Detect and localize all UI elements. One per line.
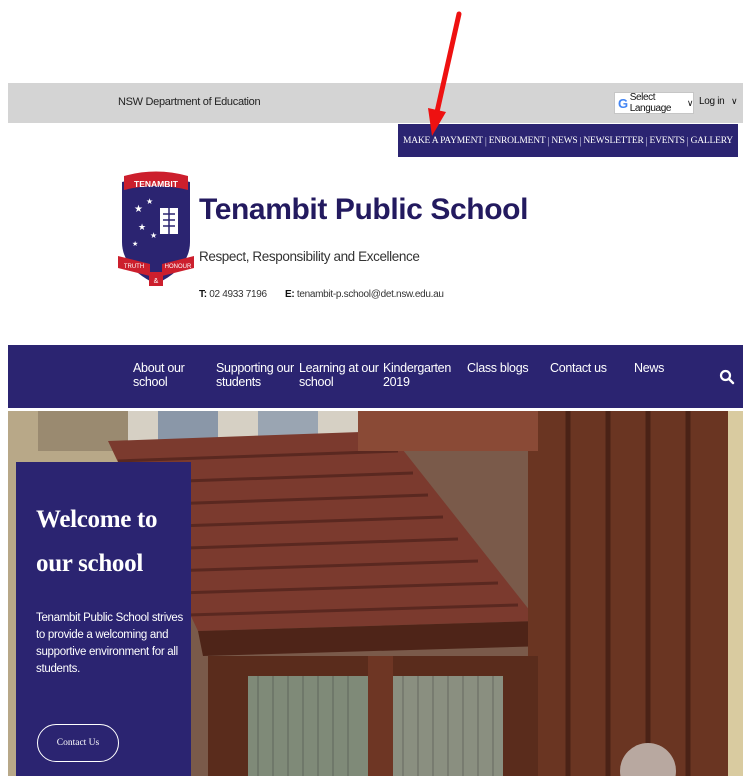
utility-bar: NSW Department of Education G Select Lan… [8,83,743,123]
department-link[interactable]: NSW Department of Education [118,96,261,108]
divider: | [484,134,487,147]
quick-links-nav: MAKE A PAYMENT | ENROLMENT | NEWS | NEWS… [398,124,738,157]
enrolment-link[interactable]: ENROLMENT [489,136,546,146]
nav-item-label: Supporting our [216,361,294,375]
welcome-text: Tenambit Public School strives to provid… [36,612,183,675]
crest-motto-left: TRUTH [124,264,144,270]
email-address: tenambit-p.school@det.nsw.edu.au [296,289,444,300]
nav-item-label: school [299,375,334,389]
nav-item-label: Kindergarten [383,361,451,375]
phone-number: 02 4933 7196 [209,289,267,300]
make-a-payment-link[interactable]: MAKE A PAYMENT [403,136,483,146]
welcome-panel: Welcome to our school Tenambit Public Sc… [16,462,191,776]
divider: | [686,134,689,147]
nav-item-news[interactable]: News [634,361,664,375]
main-nav: About our school Supporting our students… [8,345,743,408]
divider: | [645,134,648,147]
nav-item-contact-us[interactable]: Contact us [550,361,607,375]
svg-text:★: ★ [146,197,153,206]
divider: | [579,134,582,147]
nav-item-about-our-school[interactable]: About our school [133,361,185,389]
events-link[interactable]: EVENTS [649,136,684,146]
nav-item-label: Learning at our [299,361,379,375]
nav-item-class-blogs[interactable]: Class blogs [467,361,529,375]
svg-text:★: ★ [134,204,143,215]
school-crest-logo[interactable]: TENAMBIT ★ ★ ★ ★ ★ TRUTH & HONOUR [116,168,196,296]
school-name[interactable]: Tenambit Public School [199,193,528,227]
welcome-title: Welcome to our school [36,506,158,577]
svg-text:★: ★ [150,231,157,240]
chevron-down-icon: ∨ [686,97,694,108]
login-link[interactable]: Log in ∨ [699,96,738,107]
nav-item-kindergarten-2019[interactable]: Kindergarten 2019 [383,361,451,389]
contact-us-button-label: Contact Us [56,738,100,748]
gallery-link[interactable]: GALLERY [691,136,734,146]
crest-banner-text: TENAMBIT [134,179,179,189]
svg-text:★: ★ [138,222,146,232]
contact-us-button[interactable]: Contact Us [37,724,119,762]
nav-item-label: students [216,375,261,389]
school-tagline: Respect, Responsibility and Excellence [199,249,420,264]
nav-item-learning-at-our-school[interactable]: Learning at our school [299,361,379,389]
nav-item-label: Class blogs [467,361,529,375]
login-label: Log in [699,96,725,107]
phone-label: T: [199,289,207,300]
nav-item-label: school [133,375,168,389]
school-email[interactable]: E: tenambit-p.school@det.nsw.edu.au [285,289,444,300]
news-link[interactable]: NEWS [551,136,577,146]
language-select[interactable]: G Select Language ∨ [614,92,694,114]
nav-item-label: About our [133,361,185,375]
crest-motto-amp: & [154,278,159,285]
search-icon[interactable] [719,369,735,385]
nav-item-label: 2019 [383,375,410,389]
nav-item-label: News [634,361,665,375]
svg-text:★: ★ [132,240,138,248]
divider: | [547,134,550,147]
school-phone[interactable]: T: 02 4933 7196 [199,289,267,300]
nav-item-supporting-our-students[interactable]: Supporting our students [216,361,294,389]
nav-item-label: Contact us [550,361,607,375]
chevron-down-icon: ∨ [730,96,738,106]
newsletter-link[interactable]: NEWSLETTER [583,136,643,146]
email-label: E: [285,289,295,300]
crest-motto-right: HONOUR [165,264,192,270]
language-select-label: Select Language [629,92,672,114]
google-g-icon: G [618,95,628,111]
